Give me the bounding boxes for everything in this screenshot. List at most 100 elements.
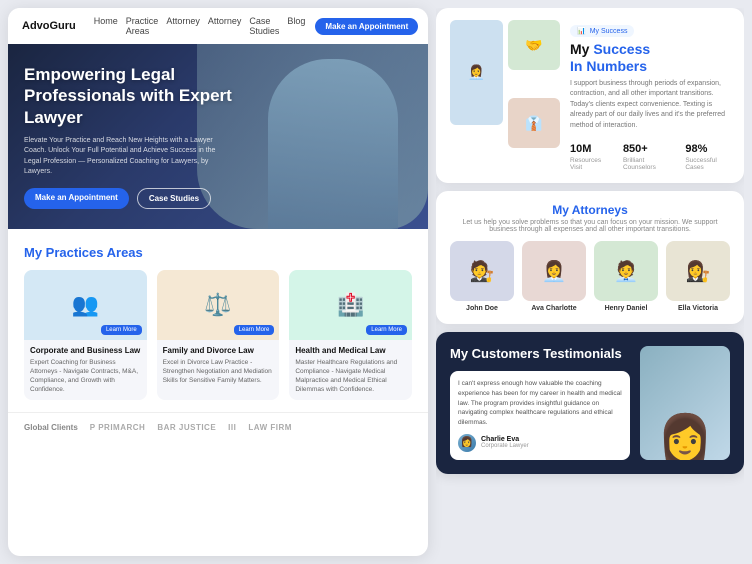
hero-content: Empowering Legal Professionals with Expe… xyxy=(24,64,234,209)
hero-subtitle: Elevate Your Practice and Reach New Heig… xyxy=(24,136,234,178)
practice-card-health: 🏥 Learn More Health and Medical Law Mast… xyxy=(289,270,412,400)
success-img-tall: 👩‍💼 xyxy=(450,20,503,125)
practice-desc-health: Master Healthcare Regulations and Compli… xyxy=(295,358,406,394)
practice-emoji-corporate: 👥 xyxy=(72,292,99,318)
attorney-photo-2: 🧑‍💼 xyxy=(594,241,658,301)
success-badge-icon: 📊 xyxy=(577,27,586,35)
attorney-photo-0: 🧑‍⚖️ xyxy=(450,241,514,301)
practice-card-corporate: 👥 Learn More Corporate and Business Law … xyxy=(24,270,147,400)
client-logo-3: LAW FIRM xyxy=(248,423,292,432)
left-panel: AdvoGuru Home Practice Areas Attorney At… xyxy=(8,8,428,556)
brand: AdvoGuru xyxy=(22,20,76,32)
stat-label-counselors: Brilliant Counselors xyxy=(623,157,671,171)
success-heading-line2: In Numbers xyxy=(570,58,647,74)
stat-number-cases: 98% xyxy=(685,143,707,155)
success-section: 👩‍💼 🤝 👔 📊 My Success My Success In Numbe… xyxy=(436,8,744,183)
attorney-name-3: Ella Victoria xyxy=(666,305,730,312)
hero-person-image xyxy=(268,59,398,229)
nav-case-studies[interactable]: Case Studies xyxy=(249,16,279,36)
attorney-name-1: Ava Charlotte xyxy=(522,305,586,312)
practice-emoji-health: 🏥 xyxy=(337,292,364,318)
navbar: AdvoGuru Home Practice Areas Attorney At… xyxy=(8,8,428,44)
testimonial-author: 👩 Charlie Eva Corporate Lawyer xyxy=(458,434,622,452)
hero-case-studies-button[interactable]: Case Studies xyxy=(137,188,211,209)
practice-title-health: Health and Medical Law xyxy=(295,346,406,355)
practices-heading: My Practices Areas xyxy=(24,245,412,260)
success-content: 📊 My Success My Success In Numbers I sup… xyxy=(570,20,730,171)
practice-desc-corporate: Expert Coaching for Business Attorneys -… xyxy=(30,358,141,394)
success-heading: My Success In Numbers xyxy=(570,41,730,75)
client-logos: P PRIMARCH BAR JUSTICE III LAW FIRM xyxy=(90,423,292,432)
author-avatar: 👩 xyxy=(458,434,476,452)
testimonials-section: My Customers Testimonials I can't expres… xyxy=(436,332,744,474)
stats-row: 10M Resources Visit 850+ Brilliant Couns… xyxy=(570,139,730,171)
nav-attorney-1[interactable]: Attorney xyxy=(166,16,200,36)
practices-heading-colored: Practices Areas xyxy=(46,245,143,260)
nav-home[interactable]: Home xyxy=(94,16,118,36)
testimonials-person-bg: 👩 xyxy=(640,346,730,460)
stat-number-resources: 10M xyxy=(570,143,591,155)
success-images: 👩‍💼 🤝 👔 xyxy=(450,20,560,171)
practice-desc-family: Excel in Divorce Law Practice - Strength… xyxy=(163,358,274,385)
client-logo-0: P PRIMARCH xyxy=(90,423,146,432)
success-img-bottom-right: 👔 xyxy=(508,98,561,148)
success-badge: 📊 My Success xyxy=(570,25,634,37)
practice-card-family: ⚖️ Learn More Family and Divorce Law Exc… xyxy=(157,270,280,400)
client-logo-1: BAR JUSTICE xyxy=(157,423,216,432)
nav-attorney-2[interactable]: Attorney xyxy=(208,16,242,36)
attorneys-title-colored: Attorneys xyxy=(572,203,628,217)
clients-label: Global Clients xyxy=(24,423,78,432)
attorney-name-0: John Doe xyxy=(450,305,514,312)
stat-counselors: 850+ Brilliant Counselors xyxy=(623,139,671,171)
author-info: Charlie Eva Corporate Lawyer xyxy=(481,436,529,449)
attorney-name-2: Henry Daniel xyxy=(594,305,658,312)
hero-buttons: Make an Appointment Case Studies xyxy=(24,188,234,209)
learn-more-family[interactable]: Learn More xyxy=(234,325,275,335)
stat-label-resources: Resources Visit xyxy=(570,157,609,171)
attorneys-title: My Attorneys xyxy=(450,203,730,217)
practice-card-body-health: Health and Medical Law Master Healthcare… xyxy=(289,340,412,400)
hero-section: Empowering Legal Professionals with Expe… xyxy=(8,44,428,229)
practice-card-body-corporate: Corporate and Business Law Expert Coachi… xyxy=(24,340,147,400)
right-panel: 👩‍💼 🤝 👔 📊 My Success My Success In Numbe… xyxy=(436,8,744,556)
stat-number-counselors: 850+ xyxy=(623,143,648,155)
learn-more-corporate[interactable]: Learn More xyxy=(101,325,142,335)
attorney-card-3: 👩‍⚖️ Ella Victoria xyxy=(666,241,730,312)
client-logo-2: III xyxy=(228,423,236,432)
learn-more-health[interactable]: Learn More xyxy=(366,325,407,335)
nav-cta-button[interactable]: Make an Appointment xyxy=(315,18,418,35)
practice-title-family: Family and Divorce Law xyxy=(163,346,274,355)
attorneys-grid: 🧑‍⚖️ John Doe 👩‍💼 Ava Charlotte 🧑‍💼 Henr… xyxy=(450,241,730,312)
nav-blog[interactable]: Blog xyxy=(287,16,305,36)
success-heading-line1: Success xyxy=(593,41,650,57)
testimonials-person: 👩 xyxy=(640,346,730,460)
practice-emoji-family: ⚖️ xyxy=(204,292,231,318)
attorneys-title-plain: My xyxy=(552,203,572,217)
stat-label-cases: Successful Cases xyxy=(685,157,730,171)
attorney-card-1: 👩‍💼 Ava Charlotte xyxy=(522,241,586,312)
attorney-photo-3: 👩‍⚖️ xyxy=(666,241,730,301)
hero-appointment-button[interactable]: Make an Appointment xyxy=(24,188,129,209)
stat-cases: 98% Successful Cases xyxy=(685,139,730,171)
nav-practice-areas[interactable]: Practice Areas xyxy=(126,16,159,36)
success-badge-text: My Success xyxy=(590,28,628,35)
practice-img-corporate: 👥 Learn More xyxy=(24,270,147,340)
testimonial-bubble: I can't express enough how valuable the … xyxy=(450,371,630,460)
hero-title: Empowering Legal Professionals with Expe… xyxy=(24,64,234,128)
nav-links: Home Practice Areas Attorney Attorney Ca… xyxy=(94,16,306,36)
clients-bar: Global Clients P PRIMARCH BAR JUSTICE II… xyxy=(8,412,428,442)
testimonial-text: I can't express enough how valuable the … xyxy=(458,379,622,428)
practices-heading-plain: My xyxy=(24,245,46,260)
attorney-photo-1: 👩‍💼 xyxy=(522,241,586,301)
testimonials-title: My Customers Testimonials xyxy=(450,346,630,361)
success-desc: I support business through periods of ex… xyxy=(570,79,730,132)
attorneys-header: My Attorneys Let us help you solve probl… xyxy=(450,203,730,233)
success-img-top-right: 🤝 xyxy=(508,20,561,70)
practice-title-corporate: Corporate and Business Law xyxy=(30,346,141,355)
practice-grid: 👥 Learn More Corporate and Business Law … xyxy=(24,270,412,400)
attorneys-subtitle: Let us help you solve problems so that y… xyxy=(450,219,730,233)
stat-resources: 10M Resources Visit xyxy=(570,139,609,171)
practice-img-family: ⚖️ Learn More xyxy=(157,270,280,340)
practice-img-health: 🏥 Learn More xyxy=(289,270,412,340)
practice-card-body-family: Family and Divorce Law Excel in Divorce … xyxy=(157,340,280,391)
